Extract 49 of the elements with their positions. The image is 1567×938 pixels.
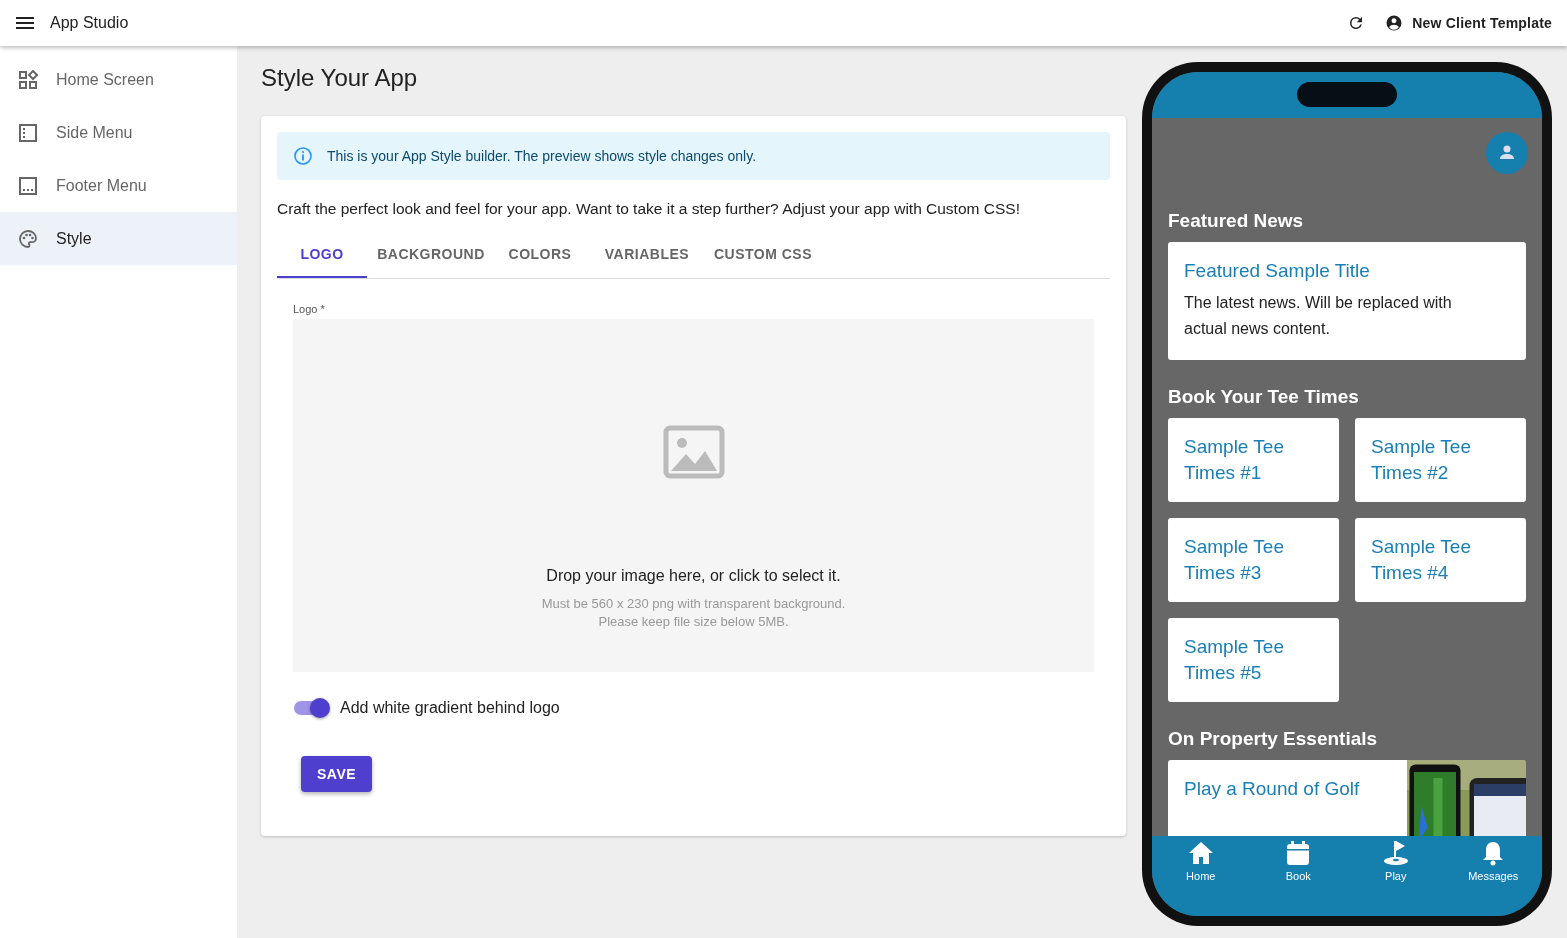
footer-panel-icon [18, 175, 38, 196]
section-heading: Featured News [1168, 210, 1305, 232]
dropzone-title: Drop your image here, or click to select it. [546, 567, 841, 585]
tee-time-card[interactable]: Sample Tee Times #4 [1355, 518, 1526, 602]
nav-item[interactable]: Messages [1444, 840, 1542, 916]
logo-label: Logo * [293, 303, 326, 315]
profile-icon[interactable] [1486, 132, 1528, 174]
image-dropzone[interactable]: Drop your image here, or click to select it. Must be 560 x 230 png with transparent background. Please keep file size below 5MB. [293, 319, 1094, 672]
app-title: App Studio [50, 14, 129, 32]
tee-time-card[interactable]: Sample Tee Times #1 [1168, 418, 1339, 502]
info-icon [293, 146, 313, 166]
tab[interactable]: CUSTOM CSS [709, 232, 817, 278]
sidebar-item[interactable]: Side Menu [0, 106, 237, 159]
info-text: This is your App Style builder. The preview shows style changes only. [327, 148, 757, 164]
palette-icon [18, 228, 38, 249]
dropzone-hint: Please keep file size below 5MB. [598, 613, 789, 631]
section-heading: On Property Essentials [1168, 728, 1379, 750]
tee-time-card[interactable]: Sample Tee Times #5 [1168, 618, 1339, 702]
grid-icon [18, 69, 38, 90]
news-title: Featured Sample Title [1184, 260, 1371, 282]
account-button[interactable]: New Client Template [1385, 14, 1552, 32]
tab[interactable]: VARIABLES [585, 232, 709, 278]
page-title: Style Your App [261, 64, 419, 92]
tee-time-card[interactable]: Sample Tee Times #3 [1168, 518, 1339, 602]
nav-item[interactable]: Book [1249, 840, 1347, 916]
essentials-title: Play a Round of Golf [1183, 777, 1361, 801]
essentials-card[interactable]: Play a Round of Golf [1168, 760, 1526, 836]
sidebar-item[interactable]: Home Screen [0, 53, 237, 106]
tab[interactable]: BACKGROUND [367, 232, 495, 278]
golf-flag-icon [1381, 840, 1410, 866]
image-icon [662, 425, 725, 479]
toggle-switch[interactable] [293, 698, 330, 718]
news-card[interactable]: Featured Sample Title The latest news. Will be replaced with actual news content. [1168, 242, 1526, 360]
tee-time-card[interactable]: Sample Tee Times #2 [1355, 418, 1526, 502]
tab[interactable]: LOGO [277, 232, 367, 278]
sidebar-item[interactable]: Footer Menu [0, 159, 237, 212]
tab[interactable]: COLORS [495, 232, 585, 278]
news-body: The latest news. Will be replaced with actual news content. [1184, 293, 1453, 339]
account-icon [1385, 14, 1404, 32]
side-panel-icon [18, 122, 38, 143]
toggle-label: Add white gradient behind logo [340, 699, 560, 717]
save-button[interactable]: SAVE [301, 756, 373, 792]
dropzone-hint: Must be 560 x 230 png with transparent background. [541, 595, 846, 613]
intro-text: Craft the perfect look and feel for your app. Want to take it a step further? Adjust your app with Custom CSS! [277, 200, 1021, 218]
nav-item[interactable]: Home [1152, 840, 1250, 916]
nav-item[interactable]: Play [1347, 840, 1445, 916]
menu-icon[interactable] [16, 17, 34, 29]
sidebar-item[interactable]: Style [0, 212, 237, 265]
section-heading: Book Your Tee Times [1168, 386, 1360, 408]
